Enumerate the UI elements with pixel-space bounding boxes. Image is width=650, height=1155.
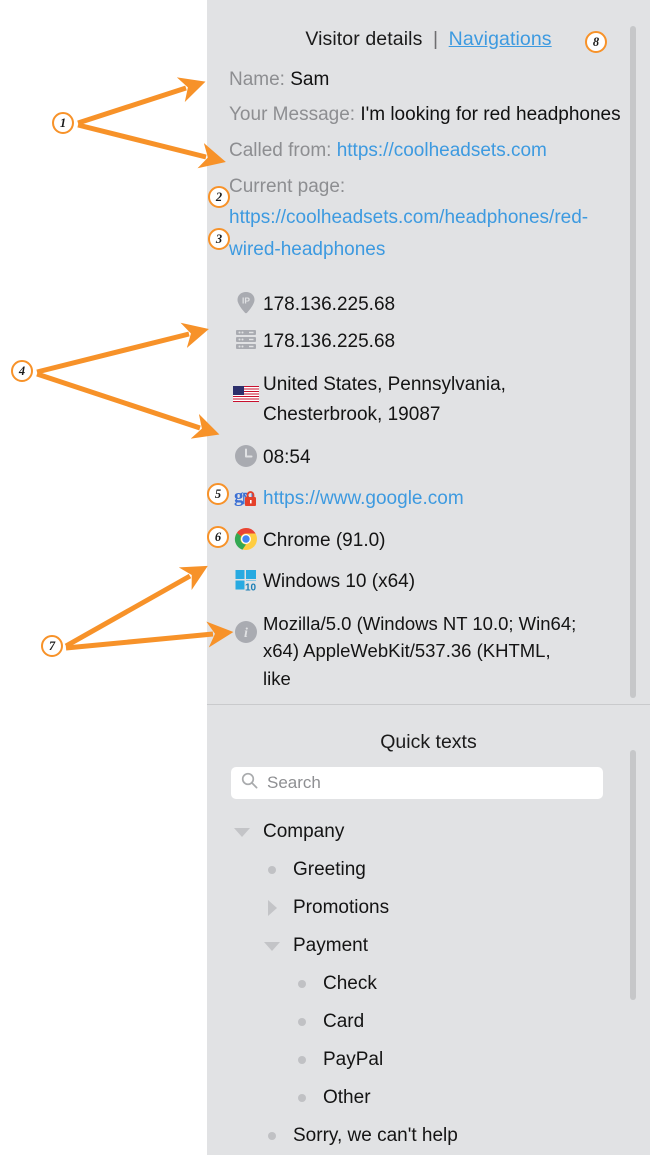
visitor-ip-value: 178.136.225.68 (263, 294, 396, 316)
visitor-useragent-row: i Mozilla/5.0 (Windows NT 10.0; Win64; x… (207, 608, 650, 693)
visitor-browser-value: Chrome (91.0) (263, 529, 386, 551)
svg-text:IP: IP (242, 296, 250, 306)
callout-badge-6: 6 (207, 526, 229, 548)
ip-pin-icon: IP (229, 288, 263, 318)
visitor-ip-row: IP 178.136.225.68 (207, 288, 650, 319)
bullet-icon (289, 1018, 315, 1026)
visitor-referrer-row: g ℕ https://www.google.com (207, 482, 650, 513)
callout-badge-7: 7 (41, 635, 63, 657)
tree-item-label: Card (323, 1011, 365, 1032)
visitor-location-row: United States, Pennsylvania, Chesterbroo… (207, 368, 650, 429)
current-page-link[interactable]: https://coolheadsets.com/headphones/red-… (229, 207, 588, 260)
callout-badge-4: 4 (11, 360, 33, 382)
visitor-time-value: 08:54 (263, 446, 311, 468)
visitor-os-row: 10 Windows 10 (x64) (207, 565, 650, 596)
callout-badge-2: 2 (208, 186, 230, 208)
chevron-right-icon[interactable] (259, 900, 285, 916)
details-header: Visitor details | Navigations (207, 0, 650, 51)
tree-item[interactable]: Sorry, we can't help (207, 1117, 650, 1155)
svg-text:i: i (244, 626, 248, 641)
visitor-browser-row: Chrome (91.0) (207, 524, 650, 555)
visitor-time-row: 08:54 (207, 441, 650, 472)
chevron-down-icon[interactable] (259, 941, 285, 951)
bullet-icon (259, 1132, 285, 1140)
details-scrollbar[interactable] (630, 26, 636, 698)
visitor-useragent-value: Mozilla/5.0 (Windows NT 10.0; Win64; x64… (263, 612, 577, 690)
tree-item[interactable]: Promotions (207, 889, 650, 927)
quick-texts-title: Quick texts (380, 731, 477, 753)
windows-10-icon: 10 (229, 565, 263, 595)
name-label: Name: (229, 69, 285, 90)
message-value: I'm looking for red headphones (360, 103, 621, 125)
info-icon: i (229, 608, 263, 656)
google-secure-icon: g ℕ (229, 482, 263, 512)
callout-badge-1: 1 (52, 112, 74, 134)
visitor-referrer-link[interactable]: https://www.google.com (263, 482, 464, 513)
tree-item-label: PayPal (323, 1049, 384, 1070)
visitor-host-value: 178.136.225.68 (263, 330, 396, 352)
visitor-location-value: United States, Pennsylvania, Chesterbroo… (263, 374, 506, 425)
navigations-link[interactable]: Navigations (449, 28, 552, 50)
bullet-icon (259, 866, 285, 874)
bullet-icon (289, 1056, 315, 1064)
page-title: Visitor details (305, 28, 423, 50)
search-placeholder: Search (267, 773, 321, 792)
called-from-label: Called from: (229, 140, 332, 162)
tree-item-label: Greeting (293, 859, 366, 880)
server-icon (229, 325, 263, 355)
screenshot-root: Visitor details | Navigations Name: Sam … (0, 0, 650, 1155)
chrome-icon (229, 524, 263, 554)
message-label: Your Message: (229, 103, 356, 125)
quick-texts-scrollbar[interactable] (630, 750, 636, 1000)
visitor-host-row: 178.136.225.68 (207, 325, 650, 356)
callout-badge-8: 8 (585, 31, 607, 53)
tree-item[interactable]: Check (207, 965, 650, 1003)
current-page-label: Current page: (229, 175, 346, 197)
visitor-message-row: Your Message: I'm looking for red headph… (207, 99, 650, 131)
visitor-attributes-list: IP 178.136.225.68 178.136.225.68 United … (207, 288, 650, 693)
visitor-details-section: Visitor details | Navigations Name: Sam … (207, 0, 650, 705)
callout-badge-3: 3 (208, 228, 230, 250)
svg-text:10: 10 (245, 583, 257, 593)
name-value: Sam (290, 69, 330, 90)
tree-item[interactable]: Payment (207, 927, 650, 965)
tree-item-label: Other (323, 1087, 371, 1108)
tree-item-label: Check (323, 973, 377, 994)
tree-item[interactable]: PayPal (207, 1041, 650, 1079)
tree-item-label: Company (263, 821, 345, 842)
tree-item[interactable]: Card (207, 1003, 650, 1041)
search-input[interactable]: Search (231, 767, 603, 799)
tree-item[interactable]: Greeting (207, 851, 650, 889)
tree-item-label: Promotions (293, 897, 390, 918)
visitor-panel: Visitor details | Navigations Name: Sam … (207, 0, 650, 1155)
visitor-os-value: Windows 10 (x64) (263, 571, 416, 593)
us-flag-icon (229, 368, 263, 420)
bullet-icon (289, 980, 315, 988)
visitor-name-row: Name: Sam (207, 64, 650, 96)
called-from-link[interactable]: https://coolheadsets.com (337, 140, 547, 161)
bullet-icon (289, 1094, 315, 1102)
quick-texts-section: Quick texts Search Company Greeting Promot… (207, 706, 650, 1155)
chevron-down-icon[interactable] (229, 827, 255, 837)
tree-item-label: Sorry, we can't help (293, 1125, 458, 1146)
tree-item-label: Payment (293, 935, 368, 956)
called-from-row: Called from: https://coolheadsets.com (207, 135, 650, 167)
tree-item[interactable]: Company (207, 813, 650, 851)
callout-badge-5: 5 (207, 483, 229, 505)
current-page-row: Current page: https://coolheadsets.com/h… (207, 171, 650, 266)
clock-icon (229, 441, 263, 471)
tree-item[interactable]: Other (207, 1079, 650, 1117)
title-separator: | (432, 28, 439, 50)
quick-texts-tree: Company Greeting Promotions Payment Check Car… (207, 813, 650, 1155)
search-icon (241, 772, 258, 794)
